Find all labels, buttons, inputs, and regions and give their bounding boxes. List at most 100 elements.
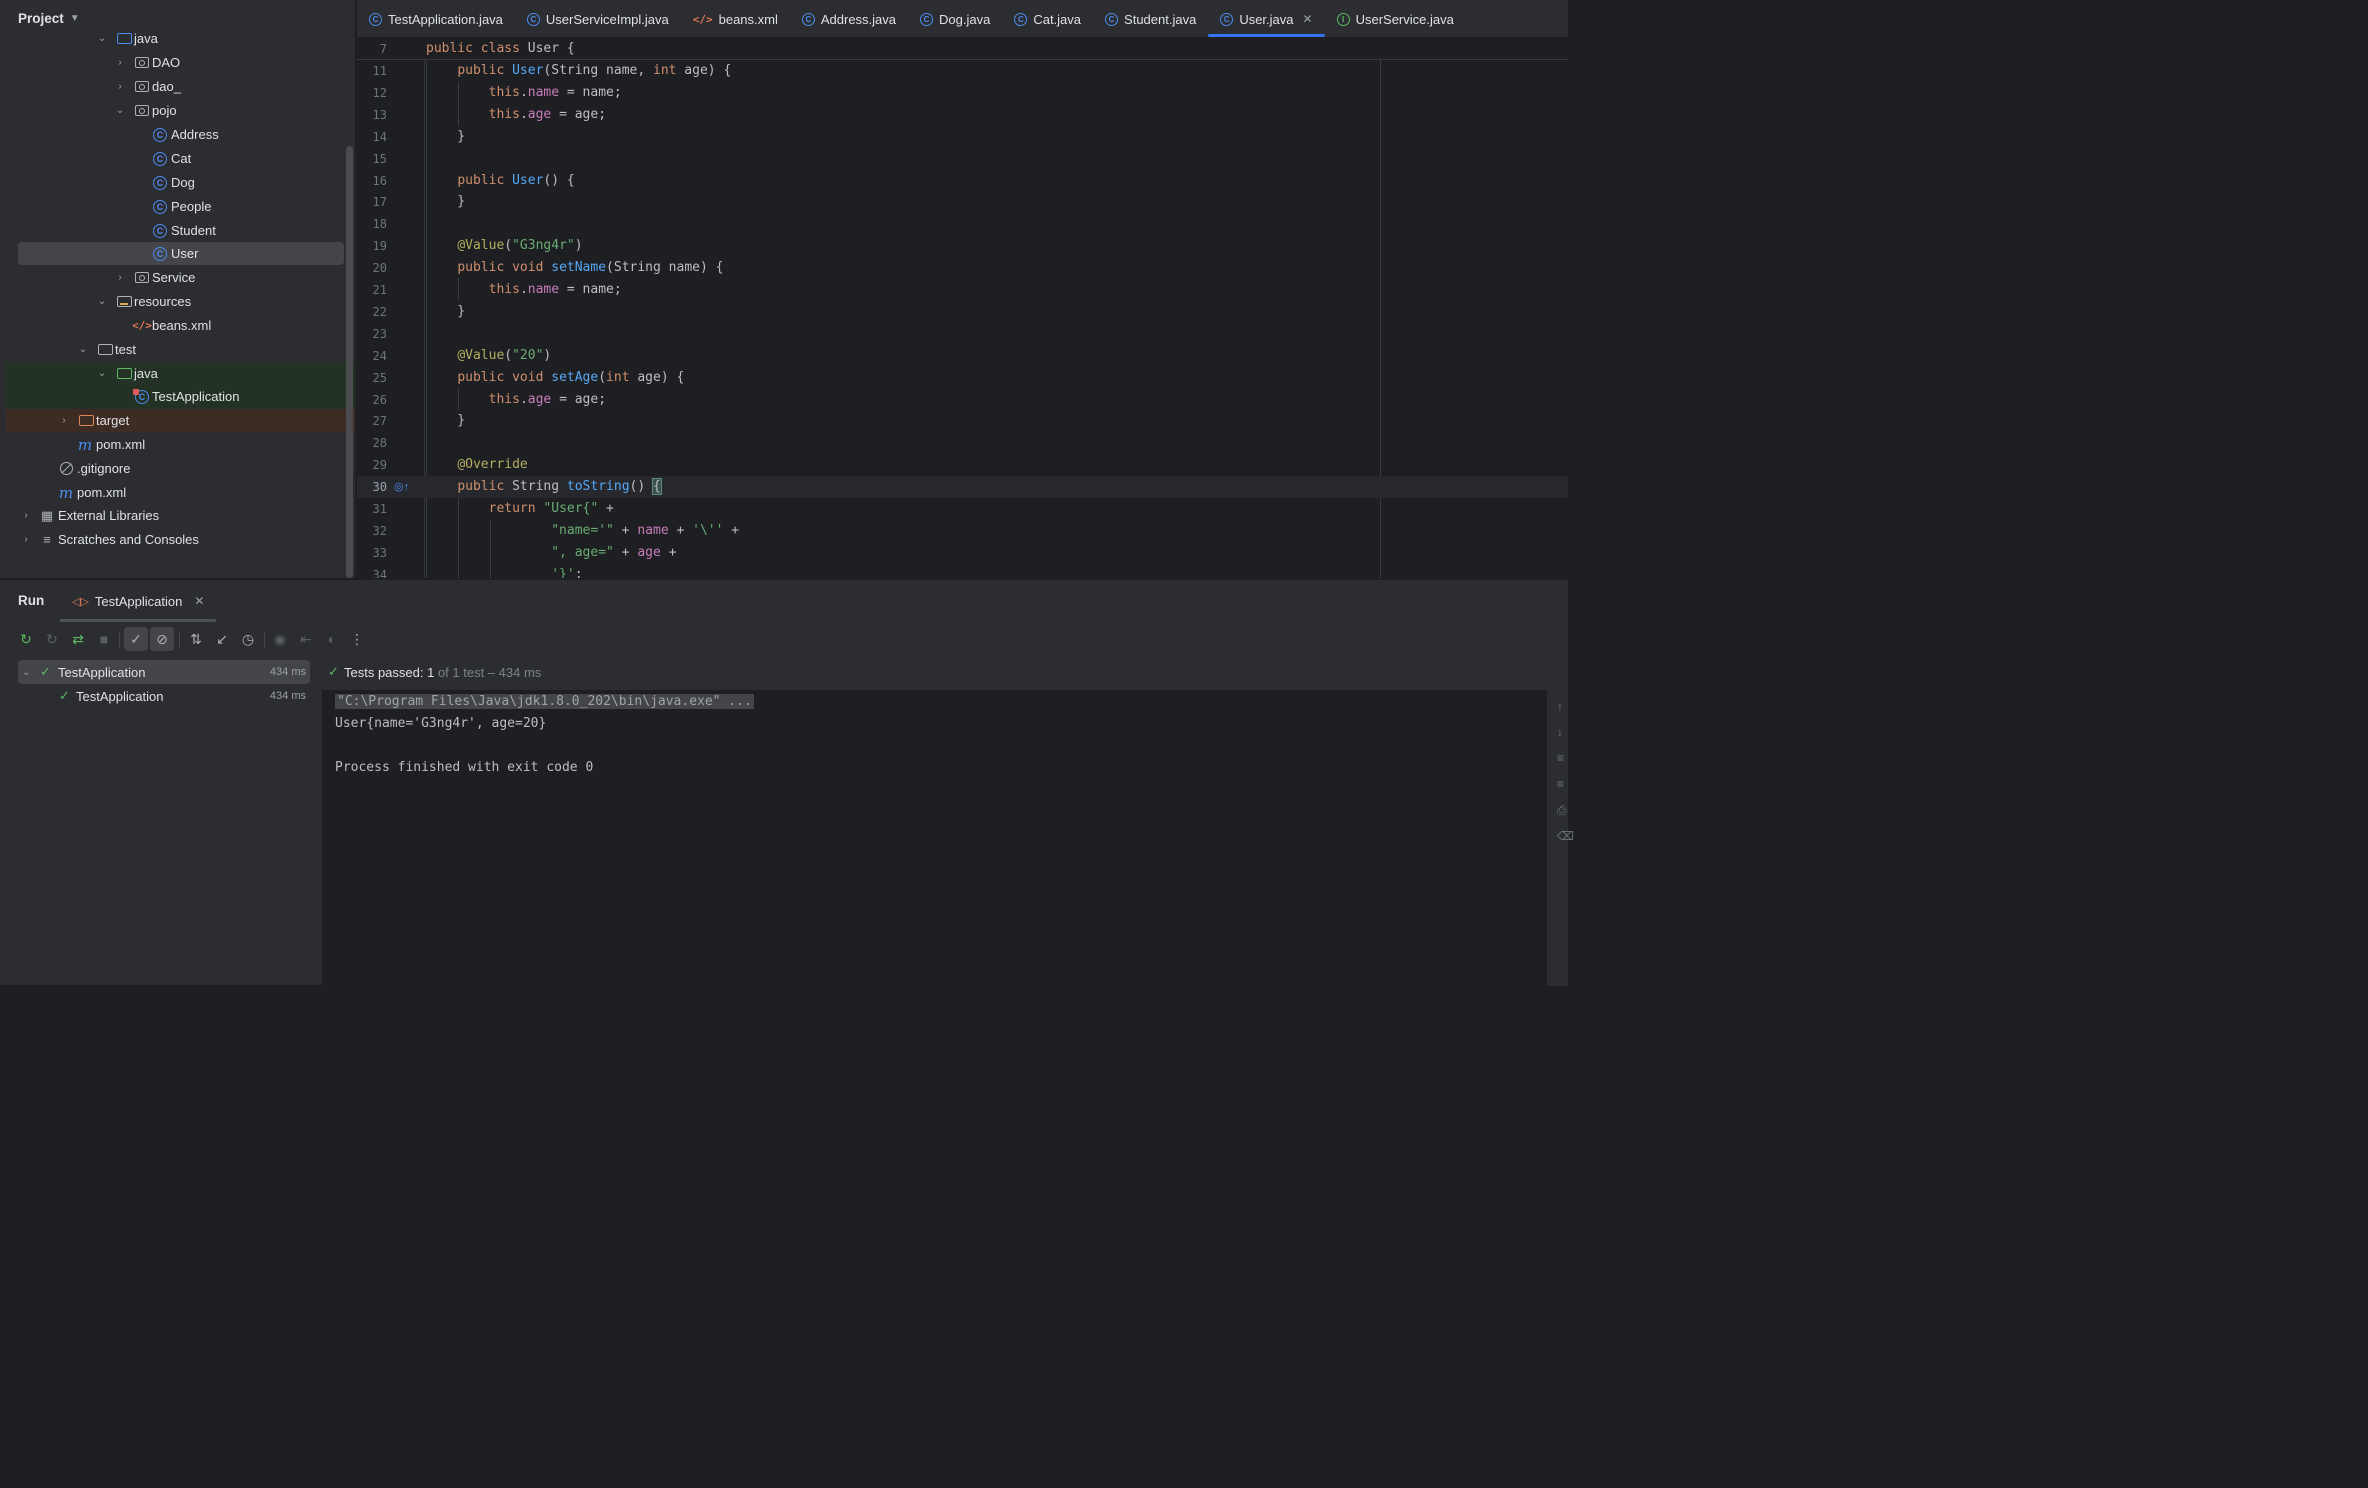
library-icon: ▦	[40, 507, 54, 523]
chevron-right-icon[interactable]: ›	[20, 510, 32, 521]
chevron-down-icon[interactable]: ⌄	[114, 105, 126, 116]
toggle-auto-test-icon[interactable]: ⇄	[66, 627, 90, 651]
tree-item-dao[interactable]: › DAO	[6, 51, 344, 74]
tree-item-student[interactable]: C Student	[6, 219, 344, 242]
tree-item-pom-root[interactable]: m pom.xml	[6, 481, 344, 504]
line-number: 31	[372, 502, 387, 516]
tree-item-service[interactable]: › Service	[6, 266, 344, 289]
code-line[interactable]: 21 this.name = name;	[357, 279, 1568, 301]
tab-user[interactable]: C User.java ✕	[1208, 0, 1325, 37]
chevron-down-icon[interactable]: ⌄	[96, 296, 108, 307]
print-icon[interactable]: ⎙	[1557, 803, 1567, 818]
close-icon[interactable]: ✕	[1303, 12, 1313, 26]
code-line[interactable]: 16 public User() {	[357, 170, 1568, 192]
code-line[interactable]: 20 public void setName(String name) {	[357, 257, 1568, 279]
tree-item-java-main[interactable]: ⌄ java	[6, 27, 344, 50]
tree-item-external-libraries[interactable]: › ▦ External Libraries	[6, 504, 344, 527]
close-icon[interactable]: ✕	[194, 594, 204, 608]
tab-address[interactable]: C Address.java	[790, 0, 908, 37]
tree-item-address[interactable]: C Address	[6, 123, 344, 146]
chevron-down-icon[interactable]: ⌄	[22, 667, 30, 678]
run-tab-testapplication[interactable]: ◁▷ TestApplication ✕	[60, 580, 217, 622]
history-icon[interactable]: ◷	[236, 627, 260, 651]
tree-item-test[interactable]: ⌄ test	[6, 338, 344, 361]
tree-item-beans-xml[interactable]: </> beans.xml	[6, 314, 344, 337]
code-line[interactable]: 27 }	[357, 410, 1568, 432]
sticky-scroll-line[interactable]: 7 public class User {	[357, 38, 1568, 60]
code-line[interactable]: 34 '}';	[357, 564, 1568, 578]
scroll-up-icon[interactable]: ↑	[1557, 700, 1563, 714]
scroll-down-icon[interactable]: ↓	[1557, 725, 1563, 739]
tree-item-user[interactable]: C User	[18, 242, 344, 265]
tab-userserviceimpl[interactable]: C UserServiceImpl.java	[515, 0, 681, 37]
collapse-icon[interactable]: ↙	[210, 627, 234, 651]
code-line[interactable]: 32 "name='" + name + '\'' +	[357, 520, 1568, 542]
code-line[interactable]: 29 @Override	[357, 454, 1568, 476]
project-scrollbar[interactable]	[346, 146, 353, 578]
code-line[interactable]: 31 return "User{" +	[357, 498, 1568, 520]
code-line[interactable]: 26 this.age = age;	[357, 389, 1568, 411]
show-passed-icon[interactable]: ✓	[124, 627, 148, 651]
coverage-icon[interactable]: ◐	[320, 627, 344, 651]
show-ignored-icon[interactable]: ⊘	[150, 627, 174, 651]
tree-item-gitignore[interactable]: .gitignore	[6, 457, 344, 480]
tree-item-dog[interactable]: C Dog	[6, 171, 344, 194]
code-line[interactable]: 30 ◎↑ public String toString() {	[357, 476, 1568, 499]
chevron-right-icon[interactable]: ›	[114, 272, 126, 283]
rerun-failed-icon[interactable]: ↻	[40, 627, 64, 651]
tree-item-resources[interactable]: ⌄ resources	[6, 290, 344, 313]
scroll-to-end-icon[interactable]: ≡	[1557, 777, 1564, 791]
stop-icon[interactable]: ■	[92, 627, 116, 651]
chevron-down-icon[interactable]: ⌄	[96, 368, 108, 379]
tab-student[interactable]: C Student.java	[1093, 0, 1208, 37]
chevron-right-icon[interactable]: ›	[20, 534, 32, 545]
tree-item-cat[interactable]: C Cat	[6, 147, 344, 170]
code-line[interactable]: 23	[357, 323, 1568, 345]
chevron-down-icon[interactable]: ▼	[70, 13, 80, 24]
code-line[interactable]: 18	[357, 213, 1568, 235]
tab-dog[interactable]: C Dog.java	[908, 0, 1002, 37]
chevron-right-icon[interactable]: ›	[58, 415, 70, 426]
class-icon: C	[152, 199, 168, 215]
code-line[interactable]: 19 @Value("G3ng4r")	[357, 235, 1568, 257]
tree-item-dao-underscore[interactable]: › dao_	[6, 75, 344, 98]
test-row-child[interactable]: ✓ TestApplication 434 ms	[18, 684, 310, 708]
more-options-icon[interactable]: ⋮	[345, 627, 369, 651]
test-row-root[interactable]: ⌄ ✓ TestApplication 434 ms	[18, 660, 310, 684]
code-line[interactable]: 25 public void setAge(int age) {	[357, 367, 1568, 389]
tree-item-pojo[interactable]: ⌄ pojo	[6, 99, 344, 122]
chevron-right-icon[interactable]: ›	[114, 81, 126, 92]
tree-item-pom-inner[interactable]: m pom.xml	[6, 433, 344, 456]
rerun-icon[interactable]: ↻	[14, 627, 38, 651]
tree-item-scratches[interactable]: › ≡ Scratches and Consoles	[6, 528, 344, 551]
code-line[interactable]: 28	[357, 432, 1568, 454]
override-gutter-icon[interactable]: ◎↑	[394, 480, 409, 494]
code-line[interactable]: 13 this.age = age;	[357, 104, 1568, 126]
trash-icon[interactable]: ⌫	[1557, 829, 1574, 843]
tab-userservice[interactable]: I UserService.java	[1325, 0, 1466, 37]
code-editor[interactable]: 7 public class User { 11 public User(Str…	[357, 38, 1568, 578]
tree-item-target[interactable]: › target	[6, 409, 355, 432]
code-line[interactable]: 11 public User(String name, int age) {	[357, 60, 1568, 82]
project-title[interactable]: Project	[18, 11, 64, 26]
code-line[interactable]: 15	[357, 148, 1568, 170]
code-line[interactable]: 17 }	[357, 191, 1568, 213]
tree-item-java-test[interactable]: ⌄ java	[6, 362, 355, 385]
code-line[interactable]: 24 @Value("20")	[357, 345, 1568, 367]
chevron-down-icon[interactable]: ⌄	[96, 33, 108, 44]
tab-beans-xml[interactable]: </> beans.xml	[681, 0, 790, 37]
import-icon[interactable]: ⇤	[294, 627, 318, 651]
code-line[interactable]: 22 }	[357, 301, 1568, 323]
chevron-right-icon[interactable]: ›	[114, 57, 126, 68]
camera-icon[interactable]: ◉	[268, 627, 292, 651]
code-line[interactable]: 12 this.name = name;	[357, 82, 1568, 104]
tab-cat[interactable]: C Cat.java	[1002, 0, 1093, 37]
code-line[interactable]: 14 }	[357, 126, 1568, 148]
soft-wrap-icon[interactable]: ≡	[1557, 751, 1564, 765]
tree-item-people[interactable]: C People	[6, 195, 344, 218]
tab-testapplication[interactable]: C TestApplication.java	[357, 0, 515, 37]
code-line[interactable]: 33 ", age=" + age +	[357, 542, 1568, 564]
tree-item-testapplication[interactable]: C TestApplication	[6, 385, 355, 408]
chevron-down-icon[interactable]: ⌄	[77, 344, 89, 355]
sort-icon[interactable]: ⇅	[184, 627, 208, 651]
